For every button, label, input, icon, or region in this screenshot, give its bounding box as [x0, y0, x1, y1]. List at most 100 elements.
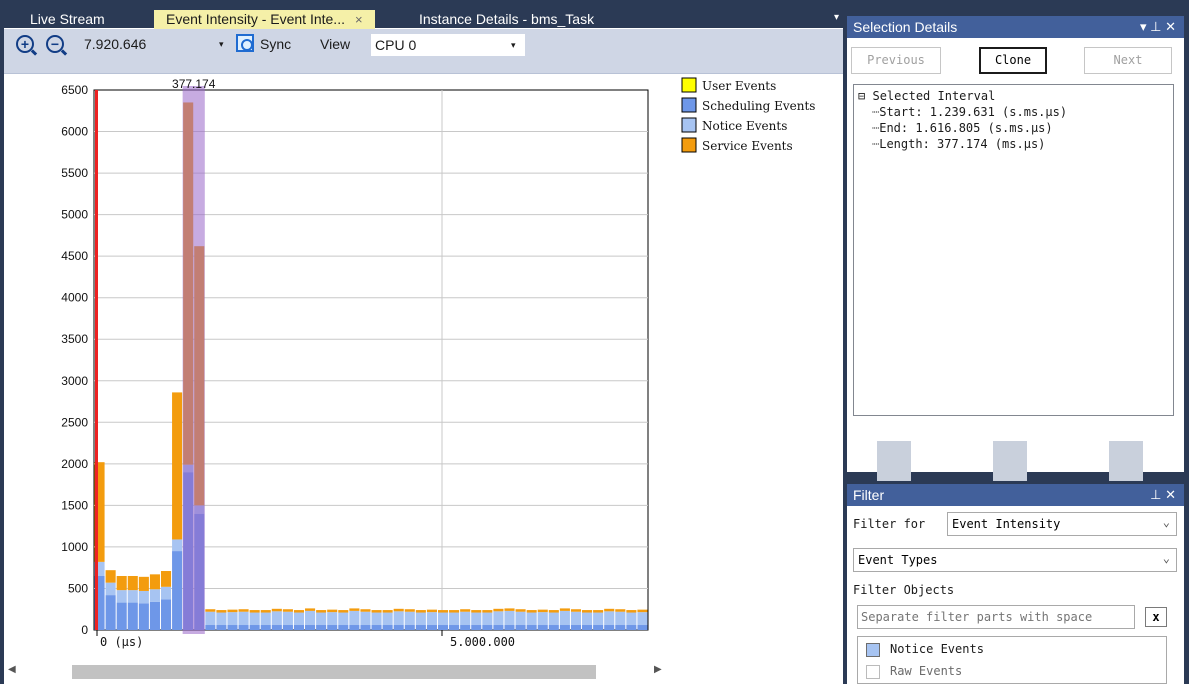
x-tick-label: 0 (µs) — [100, 635, 143, 649]
bar-service — [404, 609, 415, 612]
bar-notice — [238, 611, 249, 626]
event-intensity-chart[interactable]: 0 500 1000 1500 2000 2500 3000 3500 4000 4500 5000… — [4, 74, 843, 660]
panel-title-text: Filter — [853, 487, 885, 503]
bar-notice — [160, 586, 172, 600]
event-types-select[interactable]: Event Types ⌄ — [853, 548, 1177, 572]
list-item[interactable]: Raw Events — [866, 664, 962, 679]
bar-service — [271, 608, 282, 612]
x-tick-label: 5.000.000 — [450, 635, 515, 649]
bar-service — [238, 609, 249, 612]
panel-controls[interactable]: ⊥ ✕ — [1150, 484, 1176, 506]
bar-scheduling — [460, 625, 471, 630]
bar-service — [415, 610, 426, 613]
tree-root[interactable]: ⊟ Selected Interval — [858, 89, 995, 103]
bar-service — [382, 610, 393, 613]
bar-service — [138, 576, 149, 591]
bar-scheduling — [537, 625, 548, 630]
filter-objects-label: Filter Objects — [853, 583, 955, 597]
bar-service — [393, 608, 404, 612]
bar-notice — [526, 612, 537, 626]
export-right-icon[interactable] — [1109, 441, 1143, 481]
bar-scheduling — [437, 625, 449, 630]
sync-button[interactable]: Sync — [260, 34, 291, 54]
bar-notice — [515, 611, 526, 626]
bar-notice — [327, 612, 338, 626]
bar-scheduling — [138, 603, 149, 630]
bar-service — [349, 608, 360, 611]
bar-scheduling — [216, 625, 227, 630]
bar-notice — [172, 539, 183, 552]
y-tick-label: 0 — [81, 623, 88, 637]
tab-event-intensity[interactable]: Event Intensity - Event Inte... × — [154, 10, 375, 29]
bar-notice — [437, 612, 449, 626]
cpu-select-value: CPU 0 — [375, 37, 417, 53]
next-button[interactable]: Next — [1084, 47, 1172, 74]
notice-events-checkbox[interactable] — [866, 642, 880, 657]
bar-notice — [305, 610, 316, 626]
legend-swatch — [681, 77, 697, 93]
bar-scheduling — [626, 625, 637, 630]
tab-list-dropdown-icon[interactable]: ▾ — [834, 12, 839, 23]
bar-service — [105, 570, 116, 583]
clear-filter-button[interactable]: x — [1145, 607, 1167, 627]
cpu-select[interactable]: CPU 0 ▾ — [370, 33, 526, 57]
filter-text-input[interactable] — [857, 605, 1135, 629]
previous-button[interactable]: Previous — [851, 47, 941, 74]
bar-notice — [271, 611, 282, 626]
selection-tree[interactable]: ⊟ Selected Interval ┈Start: 1.239.631 (s… — [853, 84, 1174, 416]
bar-service — [449, 610, 460, 613]
event-types-value: Event Types — [858, 553, 938, 567]
bar-notice — [426, 612, 437, 626]
chart-toolbar: + − 7.920.646 ▾ Sync View CPU 0 ▾ — [4, 29, 843, 74]
filter-for-select[interactable]: Event Intensity ⌄ — [947, 512, 1177, 536]
bar-service — [293, 610, 305, 613]
legend-label: Service Events — [702, 139, 793, 153]
bar-notice — [404, 611, 415, 626]
bar-service — [493, 608, 504, 612]
tab-instance-details[interactable]: Instance Details - bms_Task — [407, 10, 606, 28]
zoom-out-button[interactable]: − — [46, 35, 64, 55]
bar-notice — [293, 612, 305, 626]
scroll-right-icon[interactable]: ▶ — [654, 664, 662, 675]
bar-service — [593, 610, 604, 613]
panel-controls[interactable]: ▾ ⊥ ✕ — [1140, 16, 1176, 38]
y-tick-label: 2000 — [61, 457, 88, 471]
export-left-icon[interactable] — [877, 441, 911, 481]
export-middle-icon[interactable] — [993, 441, 1027, 481]
filter-list[interactable]: Notice Events Raw Events — [857, 636, 1167, 684]
scroll-thumb[interactable] — [72, 665, 596, 679]
bar-scheduling — [449, 625, 460, 630]
bar-scheduling — [160, 599, 172, 630]
bar-service — [327, 609, 338, 613]
bar-notice — [460, 611, 471, 626]
horizontal-scrollbar[interactable]: ◀ ▶ — [4, 660, 843, 684]
list-item[interactable]: Notice Events — [866, 642, 984, 657]
chevron-down-icon: ⌄ — [1162, 551, 1170, 565]
close-icon[interactable]: × — [355, 12, 363, 27]
zoom-dropdown-arrow[interactable]: ▾ — [219, 34, 224, 54]
bar-scheduling — [349, 625, 360, 630]
sync-icon[interactable] — [236, 34, 254, 52]
bar-notice — [637, 612, 648, 626]
selection-length-label: 377.174 — [172, 77, 216, 91]
bar-service — [116, 576, 127, 591]
scroll-left-icon[interactable]: ◀ — [8, 664, 16, 675]
raw-events-checkbox[interactable] — [866, 664, 880, 679]
collapse-icon[interactable]: ⊟ — [858, 89, 865, 103]
bar-service — [637, 609, 648, 613]
y-tick-label: 6500 — [61, 83, 88, 97]
zoom-level-input[interactable]: 7.920.646 — [84, 34, 146, 54]
bar-service — [360, 609, 371, 612]
time-marker — [95, 90, 98, 630]
y-tick-label: 3500 — [61, 332, 88, 346]
bar-service — [149, 574, 160, 590]
bar-scheduling — [205, 625, 216, 630]
tab-live-stream[interactable]: Live Stream — [18, 10, 117, 28]
chart-area[interactable]: 0 500 1000 1500 2000 2500 3000 3500 4000 4500 5000… — [4, 74, 843, 660]
filter-for-value: Event Intensity — [952, 517, 1061, 531]
filter-panel: Filter ⊥ ✕ Filter for Event Intensity ⌄ … — [847, 484, 1184, 684]
clone-button[interactable]: Clone — [979, 47, 1047, 74]
bar-notice — [149, 589, 160, 602]
zoom-in-button[interactable]: + — [16, 35, 34, 55]
bar-scheduling — [493, 625, 504, 630]
